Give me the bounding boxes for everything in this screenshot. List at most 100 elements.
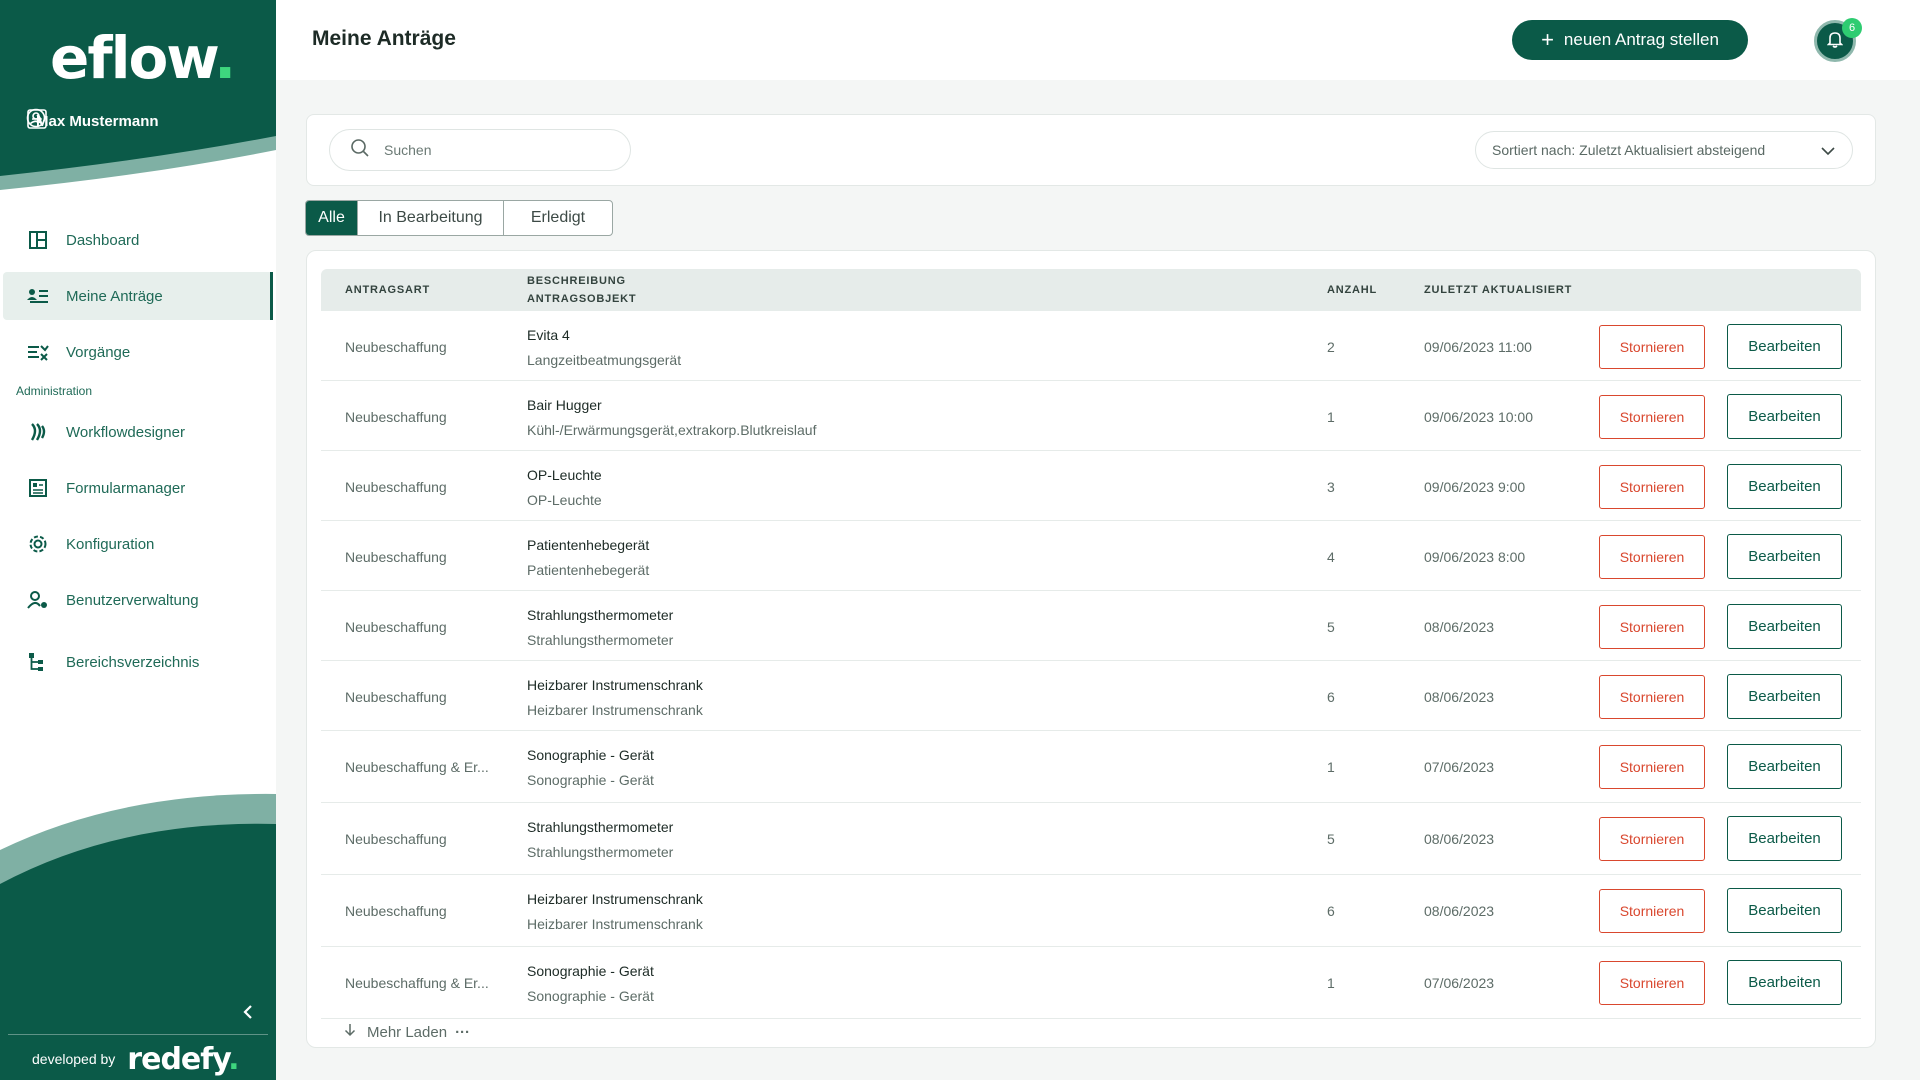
tab-in-bearbeitung[interactable]: In Bearbeitung [358, 201, 504, 235]
logo-text: eflow [50, 24, 216, 92]
edit-button[interactable]: Bearbeiten [1727, 604, 1842, 649]
cancel-button[interactable]: Stornieren [1599, 675, 1705, 719]
cancel-button[interactable]: Stornieren [1599, 817, 1705, 861]
chevron-down-icon [1820, 143, 1836, 162]
cell-antragsobjekt: Kühl-/Erwärmungsgerät,extrakorp.Blutkrei… [527, 422, 817, 438]
tab-alle[interactable]: Alle [306, 201, 358, 235]
user-name: Max Mustermann [36, 112, 159, 130]
cell-antragsart: Neubeschaffung [345, 619, 447, 635]
table-row: Neubeschaffung Heizbarer Instrumenschran… [321, 661, 1861, 731]
sidebar-item-konfiguration[interactable]: Konfiguration [3, 520, 273, 568]
cancel-button[interactable]: Stornieren [1599, 325, 1705, 369]
cell-beschreibung: Evita 4 [527, 327, 570, 343]
cell-antragsobjekt: Strahlungsthermometer [527, 632, 674, 648]
form-icon [25, 475, 51, 501]
sidebar-item-label: Dashboard [66, 231, 140, 249]
cell-zuletzt-aktualisiert: 09/06/2023 10:00 [1424, 409, 1533, 425]
column-header-beschreibung: BESCHREIBUNG [527, 275, 626, 287]
sidebar-item-formularmanager[interactable]: Formularmanager [3, 464, 273, 512]
sidebar-item-benutzerverwaltung[interactable]: Benutzerverwaltung [3, 576, 273, 624]
workflow-icon [25, 419, 51, 445]
user-profile: Max Mustermann [26, 108, 252, 134]
cell-beschreibung: Sonographie - Gerät [527, 747, 654, 763]
cell-antragsart: Neubeschaffung [345, 831, 447, 847]
cell-zuletzt-aktualisiert: 09/06/2023 9:00 [1424, 479, 1526, 495]
sidebar-footer-shape [0, 780, 276, 1080]
search-field[interactable] [329, 129, 631, 171]
cancel-button[interactable]: Stornieren [1599, 395, 1705, 439]
new-request-button[interactable]: + neuen Antrag stellen [1512, 20, 1748, 60]
table-row: Neubeschaffung Patientenhebegerät Patien… [321, 521, 1861, 591]
sidebar-item-bereichsverzeichnis[interactable]: Bereichsverzeichnis [3, 638, 273, 686]
app-logo: eflow. [50, 24, 236, 92]
redefy-logo: redefy. [127, 1041, 239, 1077]
new-request-label: neuen Antrag stellen [1563, 30, 1719, 49]
table-row: Neubeschaffung OP-Leuchte OP-Leuchte 3 0… [321, 451, 1861, 521]
brand-text: redefy [127, 1041, 229, 1077]
cancel-button[interactable]: Stornieren [1599, 889, 1705, 933]
sidebar-nav: Dashboard Meine Anträge Vorgänge Adminis… [0, 212, 276, 694]
bell-icon [1826, 30, 1844, 53]
cell-beschreibung: Patientenhebegerät [527, 537, 650, 553]
cell-zuletzt-aktualisiert: 08/06/2023 [1424, 831, 1495, 847]
sidebar-item-label: Benutzerverwaltung [66, 591, 199, 609]
sidebar-item-workflowdesigner[interactable]: Workflowdesigner [3, 408, 273, 456]
cell-beschreibung: Heizbarer Instrumenschrank [527, 677, 703, 693]
cancel-button[interactable]: Stornieren [1599, 961, 1705, 1005]
sidebar-item-meine-antraege[interactable]: Meine Anträge [3, 272, 273, 320]
gear-icon [25, 531, 51, 557]
dashboard-icon [25, 227, 51, 253]
cell-beschreibung: Strahlungsthermometer [527, 819, 674, 835]
column-header-antragsart: ANTRAGSART [345, 284, 430, 296]
cell-zuletzt-aktualisiert: 08/06/2023 [1424, 689, 1495, 705]
sidebar-item-dashboard[interactable]: Dashboard [3, 216, 273, 264]
cell-antragsart: Neubeschaffung [345, 549, 447, 565]
table-row: Neubeschaffung Evita 4 Langzeitbeatmungs… [321, 311, 1861, 381]
sidebar-item-label: Vorgänge [66, 343, 131, 361]
table-row: Neubeschaffung & Er... Sonographie - Ger… [321, 947, 1861, 1019]
collapse-sidebar-icon[interactable] [238, 1002, 258, 1022]
developed-by-text: developed by [32, 1051, 116, 1067]
search-input[interactable] [384, 142, 604, 158]
cell-antragsobjekt: Sonographie - Gerät [527, 988, 654, 1004]
cancel-button[interactable]: Stornieren [1599, 605, 1705, 649]
edit-button[interactable]: Bearbeiten [1727, 324, 1842, 369]
sort-dropdown[interactable]: Sortiert nach: Zuletzt Aktualisiert abst… [1475, 131, 1853, 169]
sidebar-item-label: Bereichsverzeichnis [66, 653, 200, 671]
edit-button[interactable]: Bearbeiten [1727, 534, 1842, 579]
cell-zuletzt-aktualisiert: 07/06/2023 [1424, 975, 1495, 991]
cell-anzahl: 6 [1327, 903, 1335, 919]
edit-button[interactable]: Bearbeiten [1727, 394, 1842, 439]
cancel-button[interactable]: Stornieren [1599, 465, 1705, 509]
sidebar-item-label: Workflowdesigner [66, 423, 185, 441]
notification-badge: 6 [1842, 18, 1862, 38]
edit-button[interactable]: Bearbeiten [1727, 888, 1842, 933]
hierarchy-icon [25, 649, 51, 675]
edit-button[interactable]: Bearbeiten [1727, 960, 1842, 1005]
tab-erledigt[interactable]: Erledigt [504, 201, 612, 235]
edit-button[interactable]: Bearbeiten [1727, 674, 1842, 719]
load-more-button[interactable]: Mehr Laden ··· [343, 1023, 470, 1041]
search-icon [350, 138, 370, 163]
sort-label: Sortiert nach: Zuletzt Aktualisiert abst… [1492, 142, 1766, 158]
sidebar: eflow. Max Mustermann Dashboard Meine An… [0, 0, 276, 1080]
sidebar-item-vorgaenge[interactable]: Vorgänge [3, 328, 273, 376]
cancel-button[interactable]: Stornieren [1599, 535, 1705, 579]
table-row: Neubeschaffung & Er... Sonographie - Ger… [321, 731, 1861, 803]
developer-credit: developed by redefy. [32, 1041, 240, 1077]
cell-beschreibung: Heizbarer Instrumenschrank [527, 891, 703, 907]
sidebar-item-label: Formularmanager [66, 479, 186, 497]
column-header-zuletzt-aktualisiert: ZULETZT AKTUALISIERT [1424, 284, 1573, 296]
cell-anzahl: 4 [1327, 549, 1335, 565]
ellipsis-icon: ··· [455, 1023, 471, 1041]
cell-antragsart: Neubeschaffung [345, 339, 447, 355]
top-header: Meine Anträge + neuen Antrag stellen 6 [276, 0, 1920, 80]
cell-anzahl: 6 [1327, 689, 1335, 705]
cancel-button[interactable]: Stornieren [1599, 745, 1705, 789]
sidebar-item-label: Konfiguration [66, 535, 155, 553]
edit-button[interactable]: Bearbeiten [1727, 464, 1842, 509]
cell-anzahl: 1 [1327, 759, 1335, 775]
sidebar-header: eflow. Max Mustermann [0, 0, 276, 200]
edit-button[interactable]: Bearbeiten [1727, 816, 1842, 861]
edit-button[interactable]: Bearbeiten [1727, 744, 1842, 789]
